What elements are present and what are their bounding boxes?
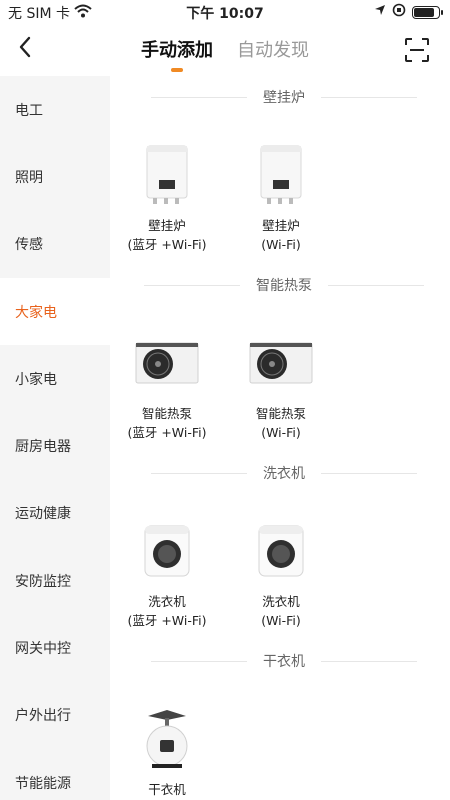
sidebar-item-fitness[interactable]: 运动健康 (0, 480, 110, 547)
divider (151, 96, 247, 98)
sidebar-item-label: 节能能源 (15, 775, 71, 792)
device-grid: 洗衣机 (蓝牙 +Wi-Fi) 洗衣机 (Wi-Fi) (110, 494, 450, 640)
status-right (374, 3, 443, 21)
device-card[interactable]: 智能热泵 (Wi-Fi) (224, 298, 338, 452)
sidebar-item-label: 小家电 (15, 371, 57, 388)
sidebar-item-security[interactable]: 安防监控 (0, 547, 110, 614)
device-card[interactable]: 洗衣机 (蓝牙 +Wi-Fi) (110, 486, 224, 640)
device-name: 智能热泵 (255, 406, 306, 421)
dryer-icon (134, 706, 200, 772)
washer-icon (134, 518, 200, 584)
location-icon (374, 4, 386, 20)
device-connectivity: (Wi-Fi) (261, 237, 301, 252)
section-title-text: 智能热泵 (256, 278, 312, 294)
device-connectivity: (蓝牙 +Wi-Fi) (127, 425, 207, 440)
device-grid: 壁挂炉 (蓝牙 +Wi-Fi) 壁挂炉 (Wi-Fi) (110, 118, 450, 264)
heat-pump-icon (248, 330, 314, 396)
device-card[interactable]: 干衣机 (110, 674, 224, 800)
device-connectivity: (蓝牙 +Wi-Fi) (127, 613, 207, 628)
sidebar-item-label: 厨房电器 (15, 439, 71, 456)
battery-icon (412, 5, 443, 19)
sidebar-item-outdoor[interactable]: 户外出行 (0, 682, 110, 749)
sidebar-item-electrician[interactable]: 电工 (0, 76, 110, 143)
sidebar-item-label: 安防监控 (15, 573, 71, 590)
device-grid: 智能热泵 (蓝牙 +Wi-Fi) 智能热泵 (Wi-Fi) (110, 306, 450, 452)
sidebar-item-kitchen[interactable]: 厨房电器 (0, 412, 110, 479)
tab-auto-discover[interactable]: 自动发现 (237, 36, 309, 72)
divider (151, 472, 247, 474)
device-card[interactable]: 壁挂炉 (Wi-Fi) (224, 110, 338, 264)
divider (321, 472, 417, 474)
scan-button[interactable] (404, 37, 430, 63)
tab-indicator (171, 68, 183, 72)
sidebar-item-small-appliances[interactable]: 小家电 (0, 345, 110, 412)
sidebar-item-sensors[interactable]: 传感 (0, 211, 110, 278)
boiler-icon (248, 142, 314, 208)
device-connectivity: (Wi-Fi) (261, 425, 301, 440)
boiler-icon (134, 142, 200, 208)
tab-manual-add[interactable]: 手动添加 (141, 36, 213, 72)
sidebar-item-label: 大家电 (15, 304, 57, 321)
tab-label: 手动添加 (141, 40, 213, 61)
sidebar-item-label: 网关中控 (15, 641, 71, 658)
device-name: 壁挂炉 (262, 218, 300, 233)
sidebar-item-energy[interactable]: 节能能源 (0, 749, 110, 800)
sidebar-item-lighting[interactable]: 照明 (0, 143, 110, 210)
device-list: 壁挂炉 壁挂炉 (蓝牙 +Wi-Fi) 壁挂炉 (Wi-Fi) 智能热泵 智能热… (110, 76, 450, 800)
device-grid: 干衣机 (110, 682, 450, 800)
section-title-text: 干衣机 (263, 654, 305, 670)
orientation-lock-icon (392, 3, 406, 21)
tab-label: 自动发现 (237, 40, 309, 61)
device-card[interactable]: 洗衣机 (Wi-Fi) (224, 486, 338, 640)
sidebar-item-label: 照明 (15, 169, 43, 186)
heat-pump-icon (134, 330, 200, 396)
device-connectivity: (蓝牙 +Wi-Fi) (127, 237, 207, 252)
sidebar-item-gateway[interactable]: 网关中控 (0, 614, 110, 681)
device-card[interactable]: 壁挂炉 (蓝牙 +Wi-Fi) (110, 110, 224, 264)
sidebar-item-large-appliances[interactable]: 大家电 (0, 277, 110, 346)
device-name: 洗衣机 (148, 594, 186, 609)
divider (321, 96, 417, 98)
sidebar-item-label: 传感 (15, 237, 43, 254)
divider (328, 284, 424, 286)
category-sidebar: 电工 照明 传感 大家电 小家电 厨房电器 运动健康 安防监控 网关中控 户外出… (0, 76, 110, 800)
sidebar-item-label: 电工 (15, 102, 43, 119)
divider (144, 284, 240, 286)
tab-bar: 手动添加 自动发现 (0, 36, 450, 72)
washer-icon (248, 518, 314, 584)
header: 手动添加 自动发现 (0, 24, 450, 76)
device-name: 壁挂炉 (148, 218, 186, 233)
scan-icon (404, 38, 430, 67)
device-name: 干衣机 (148, 782, 186, 797)
device-connectivity: (Wi-Fi) (261, 613, 301, 628)
status-bar: 无 SIM 卡 下午 10:07 (0, 0, 450, 24)
sidebar-item-label: 运动健康 (15, 506, 71, 523)
device-name: 智能热泵 (141, 406, 192, 421)
divider (151, 660, 247, 662)
device-card[interactable]: 智能热泵 (蓝牙 +Wi-Fi) (110, 298, 224, 452)
divider (321, 660, 417, 662)
sidebar-item-label: 户外出行 (15, 708, 71, 725)
section-title-text: 洗衣机 (263, 466, 305, 482)
section-title-text: 壁挂炉 (263, 90, 305, 106)
device-name: 洗衣机 (262, 594, 300, 609)
